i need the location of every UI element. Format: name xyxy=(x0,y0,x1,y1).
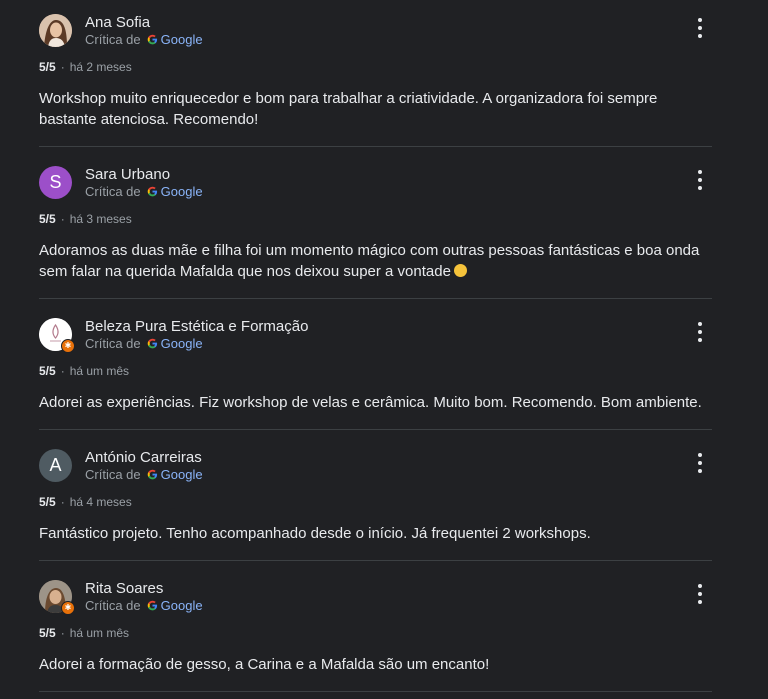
relieved-face-emoji-icon xyxy=(453,264,467,277)
letter-avatar: S xyxy=(39,166,72,199)
divider xyxy=(39,429,712,430)
review-text: Adoramos as duas mãe e filha foi um mome… xyxy=(39,242,700,280)
source-prefix: Crítica de xyxy=(85,336,141,351)
review-source: Crítica de Google xyxy=(85,184,203,199)
review-time: há 4 meses xyxy=(69,495,132,509)
source-prefix: Crítica de xyxy=(85,467,141,482)
review-card: Ana Sofia Crítica de Google 5/5 · há 2 mes… xyxy=(39,14,712,147)
avatar[interactable]: ✱ xyxy=(39,318,75,353)
local-guide-badge-icon: ✱ xyxy=(61,339,75,353)
rating: 5/5 xyxy=(39,364,56,378)
google-icon xyxy=(147,338,157,349)
more-options-icon[interactable] xyxy=(692,453,708,473)
google-icon xyxy=(147,469,157,480)
review-source: Crítica de Google xyxy=(85,336,203,351)
google-icon xyxy=(147,34,157,45)
source-google-link[interactable]: Google xyxy=(161,184,203,199)
letter-avatar: A xyxy=(39,449,72,482)
review-card: ✱ Beleza Pura Estética e Formação Crític… xyxy=(39,318,712,430)
reviewer-name[interactable]: Beleza Pura Estética e Formação xyxy=(85,318,308,335)
reviewer-name[interactable]: Ana Sofia xyxy=(85,14,150,31)
more-options-icon[interactable] xyxy=(692,170,708,190)
reviews-list: Ana Sofia Crítica de Google 5/5 · há 2 mes… xyxy=(0,0,768,699)
divider xyxy=(39,298,712,299)
review-time: há 2 meses xyxy=(69,60,132,74)
avatar[interactable]: S xyxy=(39,166,72,199)
divider xyxy=(39,146,712,147)
reviewer-name[interactable]: Rita Soares xyxy=(85,580,163,597)
source-google-link[interactable]: Google xyxy=(161,32,203,47)
more-options-icon[interactable] xyxy=(692,322,708,342)
review-source: Crítica de Google xyxy=(85,32,203,47)
review-text: Adorei as experiências. Fiz workshop de … xyxy=(39,394,702,411)
review-source: Crítica de Google xyxy=(85,598,203,613)
review-meta: 5/5 · há um mês xyxy=(39,364,130,378)
review-source: Crítica de Google xyxy=(85,467,203,482)
source-prefix: Crítica de xyxy=(85,32,141,47)
review-time: há um mês xyxy=(69,364,130,378)
review-meta: 5/5 · há 4 meses xyxy=(39,495,132,509)
review-meta: 5/5 · há 3 meses xyxy=(39,212,132,226)
review-card: S Sara Urbano Crítica de Google 5/5 · há 3… xyxy=(39,166,712,299)
source-prefix: Crítica de xyxy=(85,598,141,613)
review-card: ✱ Rita Soares Crítica de Google 5/5 · há u… xyxy=(39,580,712,692)
rating: 5/5 xyxy=(39,495,56,509)
source-prefix: Crítica de xyxy=(85,184,141,199)
review-meta: 5/5 · há um mês xyxy=(39,626,130,640)
rating: 5/5 xyxy=(39,212,56,226)
source-google-link[interactable]: Google xyxy=(161,467,203,482)
review-time: há 3 meses xyxy=(69,212,132,226)
divider xyxy=(39,691,712,692)
review-text: Adorei a formação de gesso, a Carina e a… xyxy=(39,656,490,673)
source-google-link[interactable]: Google xyxy=(161,336,203,351)
reviewer-name[interactable]: Sara Urbano xyxy=(85,166,170,183)
review-meta: 5/5 · há 2 meses xyxy=(39,60,132,74)
review-card: A António Carreiras Crítica de Google 5/… xyxy=(39,449,712,561)
rating: 5/5 xyxy=(39,626,56,640)
review-text: Workshop muito enriquecedor e bom para t… xyxy=(39,90,658,128)
more-options-icon[interactable] xyxy=(692,18,708,38)
avatar[interactable]: A xyxy=(39,449,72,482)
rating: 5/5 xyxy=(39,60,56,74)
reviewer-name[interactable]: António Carreiras xyxy=(85,449,202,466)
review-text: Fantástico projeto. Tenho acompanhado de… xyxy=(39,525,591,542)
divider xyxy=(39,560,712,561)
google-icon xyxy=(147,600,157,611)
review-time: há um mês xyxy=(69,626,130,640)
avatar[interactable]: ✱ xyxy=(39,580,75,615)
avatar[interactable] xyxy=(39,14,72,47)
photo-avatar xyxy=(39,14,72,47)
local-guide-badge-icon: ✱ xyxy=(61,601,75,615)
google-icon xyxy=(147,186,157,197)
source-google-link[interactable]: Google xyxy=(161,598,203,613)
more-options-icon[interactable] xyxy=(692,584,708,604)
